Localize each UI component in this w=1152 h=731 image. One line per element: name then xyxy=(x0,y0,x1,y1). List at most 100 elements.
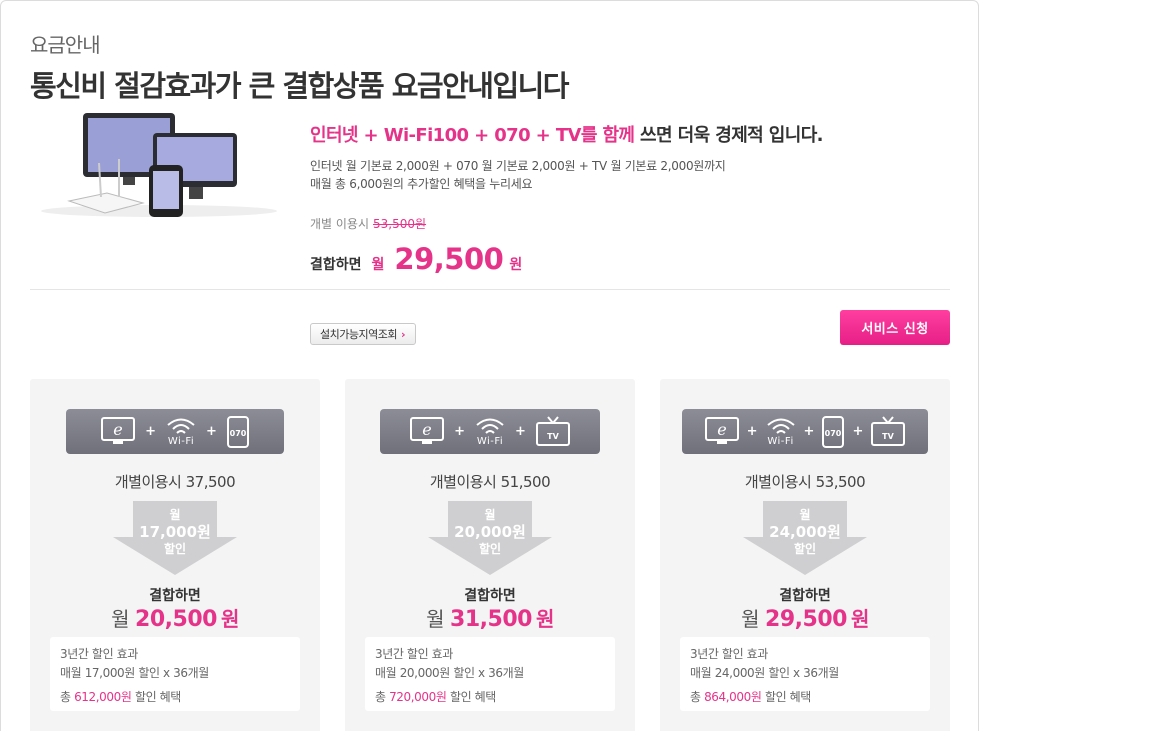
detail-calculation: 매월 24,000원 할인 x 36개월 xyxy=(690,666,839,680)
service-icon-bar: e + Wi-Fi + 070 xyxy=(66,409,284,454)
discount-label: 할인 xyxy=(163,542,187,556)
individual-price-label: 개별 이용시 xyxy=(310,217,370,231)
card-price-month: 월 xyxy=(111,607,130,631)
discount-label: 할인 xyxy=(793,542,817,556)
card-price-unit: 원 xyxy=(535,607,554,631)
detail-total-amount: 720,000원 xyxy=(389,690,447,704)
wifi-text: Wi-Fi xyxy=(167,435,195,447)
card-price-month: 월 xyxy=(426,607,445,631)
card-combined-price: 월 29,500 원 xyxy=(660,603,950,632)
card-individual-price: 개별이용시 37,500 xyxy=(114,473,236,491)
wifi-text: Wi-Fi xyxy=(476,435,504,447)
internet-icon: e xyxy=(101,416,136,447)
detail-total-amount: 612,000원 xyxy=(74,690,132,704)
combined-price: 결합하면 월 29,500 원 xyxy=(310,242,950,276)
detail-title: 3년간 할인 효과 xyxy=(375,647,453,661)
combined-price-value: 29,500 xyxy=(394,242,504,276)
service-apply-button[interactable]: 서비스 신청 xyxy=(840,310,950,345)
chevron-right-icon: › xyxy=(400,327,406,341)
plus-icon: + xyxy=(515,424,526,439)
detail-title: 3년간 할인 효과 xyxy=(60,647,138,661)
phone-070-text: 070 xyxy=(825,429,842,438)
plan-card: e + Wi-Fi + TV 개별이용시 51,500 월 20,000원 할인… xyxy=(345,379,635,731)
detail-total-prefix: 총 xyxy=(690,690,705,704)
detail-total-prefix: 총 xyxy=(375,690,390,704)
discount-month: 월 xyxy=(799,508,811,522)
individual-price-value: 53,500원 xyxy=(373,217,427,231)
card-combined-label: 결합하면 xyxy=(149,588,201,604)
card-combined-label: 결합하면 xyxy=(464,588,516,604)
combined-price-month: 월 xyxy=(371,257,385,273)
discount-value: 17,000원 xyxy=(139,523,211,541)
phone-070-text: 070 xyxy=(230,429,247,438)
detail-total-prefix: 총 xyxy=(60,690,75,704)
detail-total-suffix: 할인 혜택 xyxy=(131,690,181,704)
wifi-text: Wi-Fi xyxy=(767,435,794,447)
phone-070-icon: 070 xyxy=(226,415,249,448)
discount-detail-box: 3년간 할인 효과 매월 20,000원 할인 x 36개월 총 720,000… xyxy=(365,637,615,711)
service-icon-bar: e + Wi-Fi + TV xyxy=(380,409,600,454)
plus-icon: + xyxy=(145,424,156,439)
card-price-unit: 원 xyxy=(850,607,869,631)
bundle-promo: 인터넷 + Wi-Fi100 + 070 + TV를 함께 쓰면 더욱 경제적 … xyxy=(310,121,950,276)
individual-price: 개별 이용시 53,500원 xyxy=(310,215,950,232)
discount-value: 20,000원 xyxy=(454,523,526,541)
promo-desc-line: 매월 총 6,000원의 추가할인 혜택을 누리세요 xyxy=(310,177,533,191)
promo-desc-line: 인터넷 월 기본료 2,000원 + 070 월 기본료 2,000원 + TV… xyxy=(310,159,726,173)
content-panel: 요금안내 통신비 절감효과가 큰 결합상품 요금안내입니다 인터넷 + Wi-F… xyxy=(0,0,979,731)
plus-icon: + xyxy=(803,424,815,439)
promo-headline-rest: 쓰면 더욱 경제적 입니다. xyxy=(634,125,823,146)
area-check-label: 설치가능지역조회 xyxy=(320,328,397,341)
area-check-button[interactable]: 설치가능지역조회 › xyxy=(310,323,417,345)
discount-amount: 월 24,000원 할인 xyxy=(660,507,950,558)
card-combined-price: 월 20,500 원 xyxy=(30,603,320,632)
phone-070-icon: 070 xyxy=(822,415,845,448)
plus-icon: + xyxy=(206,424,217,439)
tv-icon: TV xyxy=(871,415,906,448)
plus-icon: + xyxy=(454,424,465,439)
section-divider xyxy=(30,289,950,290)
detail-total-amount: 864,000원 xyxy=(704,690,762,704)
card-individual-price: 개별이용시 51,500 xyxy=(429,473,551,491)
card-combined-price: 월 31,500 원 xyxy=(345,603,635,632)
plus-icon: + xyxy=(852,424,864,439)
detail-title: 3년간 할인 효과 xyxy=(690,647,768,661)
service-icon-bar: e + Wi-Fi + 070 + TV xyxy=(682,409,928,454)
devices-illustration xyxy=(41,113,277,217)
internet-icon: e xyxy=(410,416,445,447)
detail-total-suffix: 할인 혜택 xyxy=(446,690,496,704)
section-kicker: 요금안내 xyxy=(30,33,101,57)
wifi-icon: Wi-Fi xyxy=(166,417,196,447)
discount-detail-box: 3년간 할인 효과 매월 17,000원 할인 x 36개월 총 612,000… xyxy=(50,637,300,711)
detail-calculation: 매월 20,000원 할인 x 36개월 xyxy=(375,666,524,680)
promo-description: 인터넷 월 기본료 2,000원 + 070 월 기본료 2,000원 + TV… xyxy=(310,157,950,193)
card-individual-price: 개별이용시 53,500 xyxy=(744,473,866,491)
discount-month: 월 xyxy=(484,508,496,522)
internet-icon: e xyxy=(704,416,739,447)
plus-icon: + xyxy=(746,424,758,439)
combined-price-unit: 원 xyxy=(509,257,523,273)
svg-text:e: e xyxy=(717,420,726,439)
card-price-value: 29,500 xyxy=(765,607,847,632)
discount-label: 할인 xyxy=(478,542,502,556)
discount-amount: 월 17,000원 할인 xyxy=(30,507,320,558)
wifi-icon: Wi-Fi xyxy=(475,417,505,447)
card-price-value: 31,500 xyxy=(450,607,532,632)
plan-card: e + Wi-Fi + 070 + TV 개별이용시 53,500 월 24,0… xyxy=(660,379,950,731)
page-title: 통신비 절감효과가 큰 결합상품 요금안내입니다 xyxy=(30,69,570,103)
card-combined-label: 결합하면 xyxy=(779,588,831,604)
card-price-month: 월 xyxy=(741,607,760,631)
tv-text: TV xyxy=(883,432,895,441)
promo-headline: 인터넷 + Wi-Fi100 + 070 + TV를 함께 쓰면 더욱 경제적 … xyxy=(310,121,950,147)
tv-text: TV xyxy=(547,432,559,441)
discount-amount: 월 20,000원 할인 xyxy=(345,507,635,558)
card-price-unit: 원 xyxy=(220,607,239,631)
tv-icon: TV xyxy=(535,415,570,448)
detail-total-suffix: 할인 혜택 xyxy=(761,690,811,704)
card-price-value: 20,500 xyxy=(135,607,217,632)
detail-total: 총 612,000원 할인 혜택 xyxy=(60,688,290,707)
svg-text:e: e xyxy=(422,420,431,439)
wifi-icon: Wi-Fi xyxy=(766,417,796,447)
discount-month: 월 xyxy=(169,508,181,522)
detail-total: 총 720,000원 할인 혜택 xyxy=(375,688,605,707)
